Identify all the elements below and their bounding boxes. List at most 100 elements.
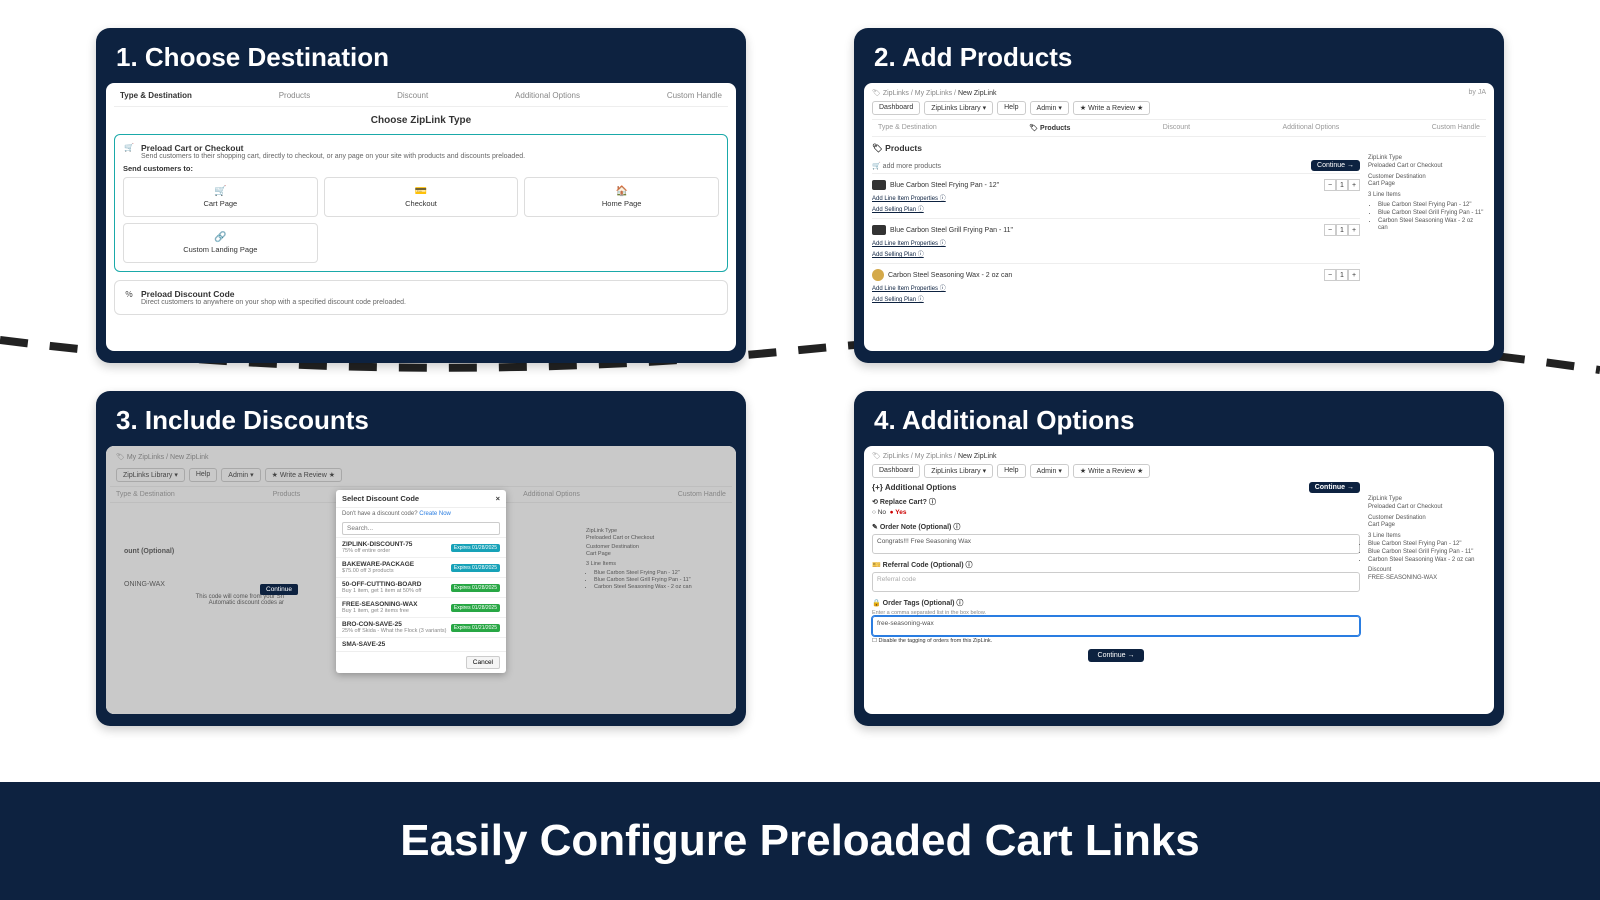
continue-button[interactable]: Continue → [1311, 160, 1360, 171]
preload-discount-desc: Direct customers to anywhere on your sho… [141, 299, 406, 306]
replace-cart-label: ⟲ Replace Cart? ⓘ [872, 497, 1360, 507]
preload-cart-option[interactable]: 🛒 Preload Cart or Checkout Send customer… [114, 134, 728, 272]
tab-custom-handle[interactable]: Custom Handle [667, 91, 722, 100]
replace-no[interactable]: ○ No [872, 509, 886, 516]
dashboard-button[interactable]: Dashboard [872, 464, 920, 478]
library-button[interactable]: ZipLinks Library ▾ [924, 464, 993, 478]
dest-custom-landing[interactable]: 🔗Custom Landing Page [123, 223, 318, 263]
dest-cart-page[interactable]: 🛒Cart Page [123, 177, 318, 217]
checkout-icon: 💳 [329, 186, 514, 197]
add-line-item-link[interactable]: Add Line Item Properties ⓘ [872, 193, 1360, 202]
bg-text: ount (Optional) ONING-WAX This code will… [124, 548, 284, 606]
home-icon: 🏠 [529, 186, 714, 197]
panel-include-discounts: 3. Include Discounts 🏷 My ZipLinks / New… [96, 391, 746, 726]
breadcrumb: 🏷 ZipLinks / My ZipLinks / New ZipLink [872, 452, 1486, 460]
search-input[interactable] [342, 522, 500, 535]
dashboard-button[interactable]: Dashboard [872, 101, 920, 115]
order-tags-input[interactable]: free-seasoning-wax [872, 616, 1360, 636]
add-selling-plan-link[interactable]: Add Selling Plan ⓘ [872, 249, 1360, 258]
close-icon[interactable]: × [496, 494, 500, 503]
discount-option[interactable]: BRO-CON-SAVE-2525% off Skida - What the … [336, 617, 506, 637]
continue-button-2[interactable]: Continue → [1088, 649, 1145, 662]
tab-discount[interactable]: Discount [1163, 124, 1190, 132]
order-note-input[interactable]: Congrats!!! Free Seasoning Wax [872, 534, 1360, 554]
add-more-products[interactable]: 🛒 add more products [872, 162, 941, 170]
cancel-button[interactable]: Cancel [466, 656, 500, 669]
product-thumb [872, 180, 886, 190]
tab-custom-handle[interactable]: Custom Handle [1432, 124, 1480, 132]
summary-sidebar: ZipLink TypePreloaded Cart or Checkout C… [1366, 141, 1486, 308]
send-to-prompt: Send customers to: [123, 164, 719, 173]
panel-title: 3. Include Discounts [106, 401, 736, 446]
tab-additional-options[interactable]: Additional Options [515, 91, 580, 100]
product-row: Blue Carbon Steel Grill Frying Pan - 11"… [872, 218, 1360, 263]
footer-headline: Easily Configure Preloaded Cart Links [0, 782, 1600, 900]
qty-stepper[interactable]: −1+ [1324, 269, 1360, 281]
breadcrumb: 🏷 ZipLinks / My ZipLinks / New ZipLink b… [872, 89, 1486, 97]
order-note-label: ✎ Order Note (Optional) ⓘ [872, 522, 1360, 532]
preload-cart-title: Preload Cart or Checkout [141, 143, 525, 153]
dest-checkout[interactable]: 💳Checkout [324, 177, 519, 217]
dest-home-page[interactable]: 🏠Home Page [524, 177, 719, 217]
panel-title: 1. Choose Destination [106, 38, 736, 83]
wizard-tabs: Type & Destination 🏷 Products Discount A… [872, 119, 1486, 137]
replace-yes[interactable]: ● Yes [890, 509, 907, 516]
library-button[interactable]: ZipLinks Library ▾ [924, 101, 993, 115]
referral-input[interactable]: Referral code [872, 572, 1360, 592]
product-thumb [872, 269, 884, 281]
disable-tagging-checkbox[interactable]: ☐ [872, 638, 877, 644]
add-selling-plan-link[interactable]: Add Selling Plan ⓘ [872, 294, 1360, 303]
discount-option[interactable]: BAKEWARE-PACKAGE$75.00 off 3 productsExp… [336, 557, 506, 577]
help-button[interactable]: Help [997, 101, 1025, 115]
admin-button[interactable]: Admin ▾ [1030, 464, 1069, 478]
cart-arrow-icon: 🛒 [123, 143, 135, 152]
discount-code-modal: Select Discount Code× Don't have a disco… [336, 490, 506, 673]
tab-type-destination[interactable]: Type & Destination [120, 91, 192, 100]
summary-sidebar: ZipLink TypePreloaded Cart or Checkout C… [1366, 482, 1486, 659]
wizard-tabs: Type & Destination Products Discount Add… [114, 89, 728, 107]
product-row: Carbon Steel Seasoning Wax - 2 oz can −1… [872, 263, 1360, 308]
panel-choose-destination: 1. Choose Destination Type & Destination… [96, 28, 746, 363]
continue-button-bg: Continue [260, 584, 298, 595]
add-line-item-link[interactable]: Add Line Item Properties ⓘ [872, 283, 1360, 292]
preload-cart-desc: Send customers to their shopping cart, d… [141, 153, 525, 160]
products-header: 🏷 Products [872, 143, 1360, 154]
continue-button[interactable]: Continue → [1309, 482, 1360, 493]
cart-icon: 🛒 [128, 186, 313, 197]
summary-sidebar: ZipLink TypePreloaded Cart or Checkout C… [586, 528, 696, 591]
discount-option[interactable]: 50-OFF-CUTTING-BOARDBuy 1 item, get 1 it… [336, 577, 506, 597]
panel-title: 2. Add Products [864, 38, 1494, 83]
modal-title: Select Discount Code [342, 494, 419, 503]
options-header: {+} Additional Options [872, 483, 956, 492]
tab-type-destination[interactable]: Type & Destination [878, 124, 937, 132]
tab-discount[interactable]: Discount [397, 91, 428, 100]
admin-button[interactable]: Admin ▾ [1030, 101, 1069, 115]
panel-add-products: 2. Add Products 🏷 ZipLinks / My ZipLinks… [854, 28, 1504, 363]
discount-option[interactable]: FREE-SEASONING-WAXBuy 1 item, get 2 item… [336, 597, 506, 617]
discount-option[interactable]: SMA-SAVE-25 [336, 637, 506, 651]
discount-icon: ％ [123, 289, 135, 306]
preload-discount-title: Preload Discount Code [141, 289, 406, 299]
tab-products[interactable]: 🏷 Products [1029, 124, 1070, 132]
add-line-item-link[interactable]: Add Line Item Properties ⓘ [872, 238, 1360, 247]
review-button[interactable]: ★ Write a Review ★ [1073, 464, 1150, 478]
preload-discount-option[interactable]: ％ Preload Discount Code Direct customers… [114, 280, 728, 315]
product-row: Blue Carbon Steel Frying Pan - 12" −1+ A… [872, 173, 1360, 218]
toolbar: Dashboard ZipLinks Library ▾ Help Admin … [872, 101, 1486, 115]
add-selling-plan-link[interactable]: Add Selling Plan ⓘ [872, 204, 1360, 213]
panel-title: 4. Additional Options [864, 401, 1494, 446]
tab-products[interactable]: Products [279, 91, 311, 100]
panel-additional-options: 4. Additional Options 🏷 ZipLinks / My Zi… [854, 391, 1504, 726]
link-icon: 🔗 [128, 232, 313, 243]
create-discount-link[interactable]: Create Now [419, 511, 451, 517]
product-thumb [872, 225, 886, 235]
qty-stepper[interactable]: −1+ [1324, 224, 1360, 236]
tab-additional-options[interactable]: Additional Options [1282, 124, 1339, 132]
qty-stepper[interactable]: −1+ [1324, 179, 1360, 191]
referral-label: 🎫 Referral Code (Optional) ⓘ [872, 560, 1360, 570]
order-tags-label: 🔒 Order Tags (Optional) ⓘ [872, 598, 1360, 608]
help-button[interactable]: Help [997, 464, 1025, 478]
choose-type-heading: Choose ZipLink Type [114, 115, 728, 126]
discount-option[interactable]: ZIPLINK-DISCOUNT-7575% off entire orderE… [336, 537, 506, 557]
review-button[interactable]: ★ Write a Review ★ [1073, 101, 1150, 115]
